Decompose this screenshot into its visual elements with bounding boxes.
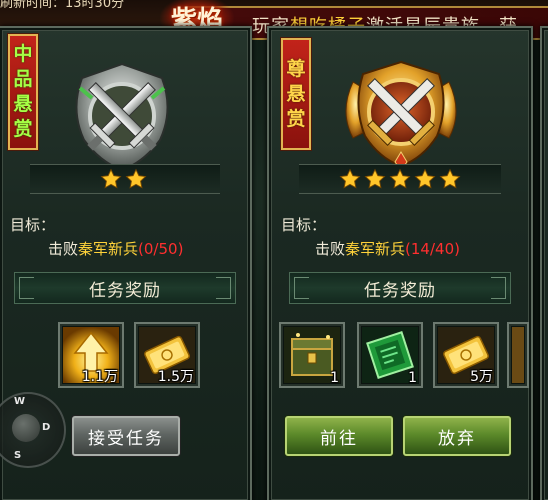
reward-amount: 1.5万 — [157, 369, 194, 385]
star-icon — [389, 168, 411, 189]
reward-title-bar: 任务奖励 — [14, 272, 236, 304]
star-icon — [125, 168, 147, 189]
goal-label: 目标： — [281, 216, 327, 234]
tag-char: 中 — [13, 43, 33, 65]
reward-slot[interactable]: 5万 — [433, 322, 499, 388]
star-icon — [414, 168, 436, 189]
reward-amount: 1 — [408, 370, 417, 386]
goal-progress: (0/50) — [138, 240, 184, 258]
goal-target: 秦军新兵 — [345, 240, 406, 258]
reward-amount: 5万 — [470, 369, 493, 385]
tag-char: 赏 — [286, 107, 306, 130]
silver-crossed-swords-emblem — [75, 62, 169, 172]
star-icon — [364, 168, 386, 189]
star-rating-bar — [299, 164, 501, 194]
refresh-time-text: 刷新时间：13时30分 — [0, 0, 125, 11]
star-rating — [339, 165, 461, 193]
game-scene: 刷新时间：13时30分 玩家想吃橘子激活星辰贵族，获 紫焰 中 品 悬 赏 — [0, 0, 548, 500]
bounty-panel-supreme: 尊 悬 赏 目标： 击败秦军新兵(14/40) 任务奖励 1 1 5万 前往 放… — [267, 26, 533, 500]
reward-slot-partial[interactable] — [507, 322, 529, 388]
joystick-d-label: D — [42, 422, 51, 433]
reward-slot[interactable]: 1.5万 — [134, 322, 200, 388]
goal-target: 秦军新兵 — [78, 240, 139, 258]
tag-char: 赏 — [13, 118, 33, 140]
goal-verb: 击败 — [315, 240, 346, 258]
bounty-panel-partial — [540, 26, 548, 500]
star-icon — [339, 168, 361, 189]
reward-amount: 1 — [330, 370, 339, 386]
goal-progress: (14/40) — [405, 240, 460, 258]
joystick-s-label: S — [14, 450, 22, 461]
joystick-w-label: W — [14, 396, 26, 407]
tag-char: 品 — [13, 68, 33, 90]
reward-slot[interactable]: 1.1万 — [58, 322, 124, 388]
accept-quest-button[interactable]: 接受任务 — [72, 416, 180, 456]
goal-verb: 击败 — [48, 240, 79, 258]
tag-char: 悬 — [13, 93, 33, 115]
joystick-knob[interactable] — [12, 414, 40, 442]
goal-description: 击败秦军新兵(0/50) — [48, 238, 183, 259]
reward-slot[interactable]: 1 — [357, 322, 423, 388]
reward-amount: 1.1万 — [81, 369, 118, 385]
go-to-button[interactable]: 前往 — [285, 416, 393, 456]
goal-description: 击败秦军新兵(14/40) — [315, 238, 460, 259]
tag-char: 尊 — [286, 57, 306, 80]
abandon-quest-button[interactable]: 放弃 — [403, 416, 511, 456]
star-rating-bar — [30, 164, 220, 194]
star-icon — [439, 168, 461, 189]
bounty-grade-tag: 中 品 悬 赏 — [8, 34, 38, 150]
reward-title-bar: 任务奖励 — [289, 272, 511, 304]
reward-slot[interactable]: 1 — [279, 322, 345, 388]
goal-label: 目标： — [10, 216, 56, 234]
gold-crossed-swords-emblem — [345, 60, 457, 171]
star-icon — [100, 168, 122, 189]
reward-item-icon — [512, 327, 524, 383]
star-rating — [100, 165, 147, 193]
bounty-grade-tag: 尊 悬 赏 — [281, 38, 311, 150]
tag-char: 悬 — [286, 82, 306, 105]
